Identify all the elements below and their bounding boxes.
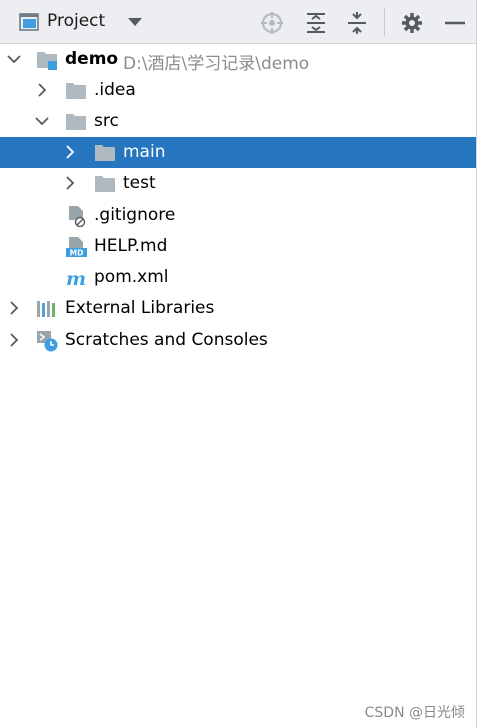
- project-view-selector[interactable]: Project: [47, 11, 105, 31]
- tree-node-test[interactable]: test: [0, 168, 476, 199]
- chevron-right-icon[interactable]: [35, 83, 49, 97]
- scratches-icon: [37, 331, 58, 352]
- tree-node-label: main: [123, 142, 166, 162]
- watermark: CSDN @日光倾: [364, 705, 465, 721]
- tree-node-idea[interactable]: .idea: [0, 75, 476, 106]
- tree-node-label: .gitignore: [94, 205, 176, 225]
- project-path: D:\酒店\学习记录\demo: [123, 54, 310, 74]
- tree-node-external-libraries[interactable]: External Libraries: [0, 293, 476, 324]
- chevron-down-icon[interactable]: [126, 16, 144, 28]
- library-icon: [37, 301, 55, 317]
- tree-node-label: HELP.md: [94, 236, 168, 256]
- collapse-all-icon[interactable]: [345, 11, 369, 35]
- tree-node-label: demo: [65, 49, 119, 69]
- tree-node-main[interactable]: main: [0, 137, 476, 168]
- tree-node-label: pom.xml: [94, 267, 169, 287]
- chevron-right-icon[interactable]: [7, 301, 21, 315]
- tree-node-src[interactable]: src: [0, 106, 476, 137]
- gear-icon[interactable]: [400, 11, 424, 35]
- expand-all-icon[interactable]: [304, 11, 328, 35]
- module-folder-icon: [37, 52, 57, 70]
- chevron-right-icon[interactable]: [7, 333, 21, 347]
- folder-icon: [95, 176, 115, 192]
- markdown-file-icon: MD: [66, 237, 87, 258]
- chevron-down-icon[interactable]: [35, 114, 49, 128]
- folder-icon: [66, 83, 86, 99]
- tree-node-gitignore[interactable]: .gitignore: [0, 200, 476, 231]
- chevron-right-icon[interactable]: [63, 176, 77, 190]
- tree-node-label: src: [94, 111, 119, 131]
- ignore-file-icon: [69, 206, 86, 227]
- chevron-right-icon[interactable]: [63, 145, 77, 159]
- locate-icon[interactable]: [260, 11, 284, 35]
- tree-node-help[interactable]: MD HELP.md: [0, 231, 476, 262]
- project-toolbar: Project: [0, 0, 476, 44]
- tree-node-demo[interactable]: demo D:\酒店\学习记录\demo: [0, 44, 476, 75]
- toolbar-separator: [384, 8, 385, 36]
- project-window-icon: [19, 13, 39, 31]
- folder-icon: [95, 145, 115, 161]
- tree-node-scratches[interactable]: Scratches and Consoles: [0, 325, 476, 356]
- tree-node-label: .idea: [94, 80, 136, 100]
- tree-node-label: test: [123, 173, 156, 193]
- minimize-icon[interactable]: [443, 11, 467, 35]
- panel-border: [476, 0, 481, 728]
- maven-icon: m: [66, 268, 86, 289]
- svg-text:MD: MD: [70, 249, 84, 258]
- tree-node-label: External Libraries: [65, 298, 215, 318]
- tree-node-pom[interactable]: m pom.xml: [0, 262, 476, 293]
- chevron-down-icon[interactable]: [7, 52, 21, 66]
- tree-node-label: Scratches and Consoles: [65, 330, 268, 350]
- svg-text:m: m: [66, 268, 86, 289]
- folder-icon: [66, 114, 86, 130]
